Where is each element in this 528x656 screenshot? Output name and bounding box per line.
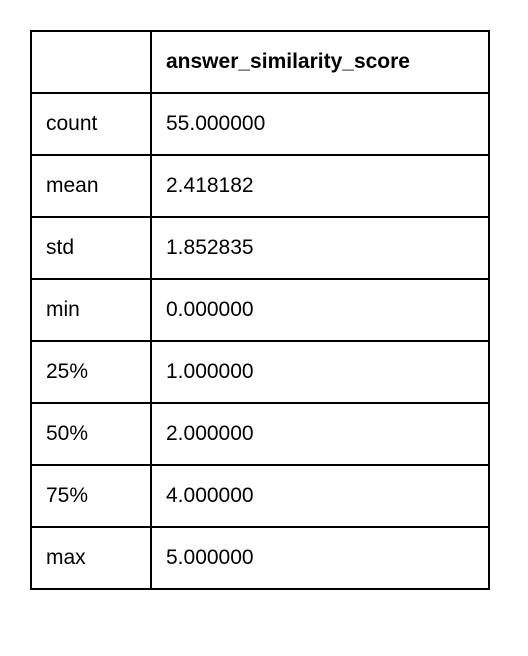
- header-column: answer_similarity_score: [151, 31, 489, 93]
- row-value: 1.852835: [151, 217, 489, 279]
- row-label: 75%: [31, 465, 151, 527]
- row-value: 2.000000: [151, 403, 489, 465]
- row-value: 2.418182: [151, 155, 489, 217]
- table-row: max 5.000000: [31, 527, 489, 589]
- row-label: 50%: [31, 403, 151, 465]
- row-value: 0.000000: [151, 279, 489, 341]
- stats-table: answer_similarity_score count 55.000000 …: [30, 30, 490, 590]
- table-row: std 1.852835: [31, 217, 489, 279]
- table-row: 25% 1.000000: [31, 341, 489, 403]
- row-label: 25%: [31, 341, 151, 403]
- table-row: mean 2.418182: [31, 155, 489, 217]
- row-value: 55.000000: [151, 93, 489, 155]
- table-header-row: answer_similarity_score: [31, 31, 489, 93]
- row-value: 5.000000: [151, 527, 489, 589]
- row-value: 4.000000: [151, 465, 489, 527]
- row-value: 1.000000: [151, 341, 489, 403]
- row-label: std: [31, 217, 151, 279]
- table-row: 50% 2.000000: [31, 403, 489, 465]
- row-label: min: [31, 279, 151, 341]
- row-label: count: [31, 93, 151, 155]
- row-label: max: [31, 527, 151, 589]
- table-row: min 0.000000: [31, 279, 489, 341]
- table-row: 75% 4.000000: [31, 465, 489, 527]
- header-blank: [31, 31, 151, 93]
- row-label: mean: [31, 155, 151, 217]
- table-row: count 55.000000: [31, 93, 489, 155]
